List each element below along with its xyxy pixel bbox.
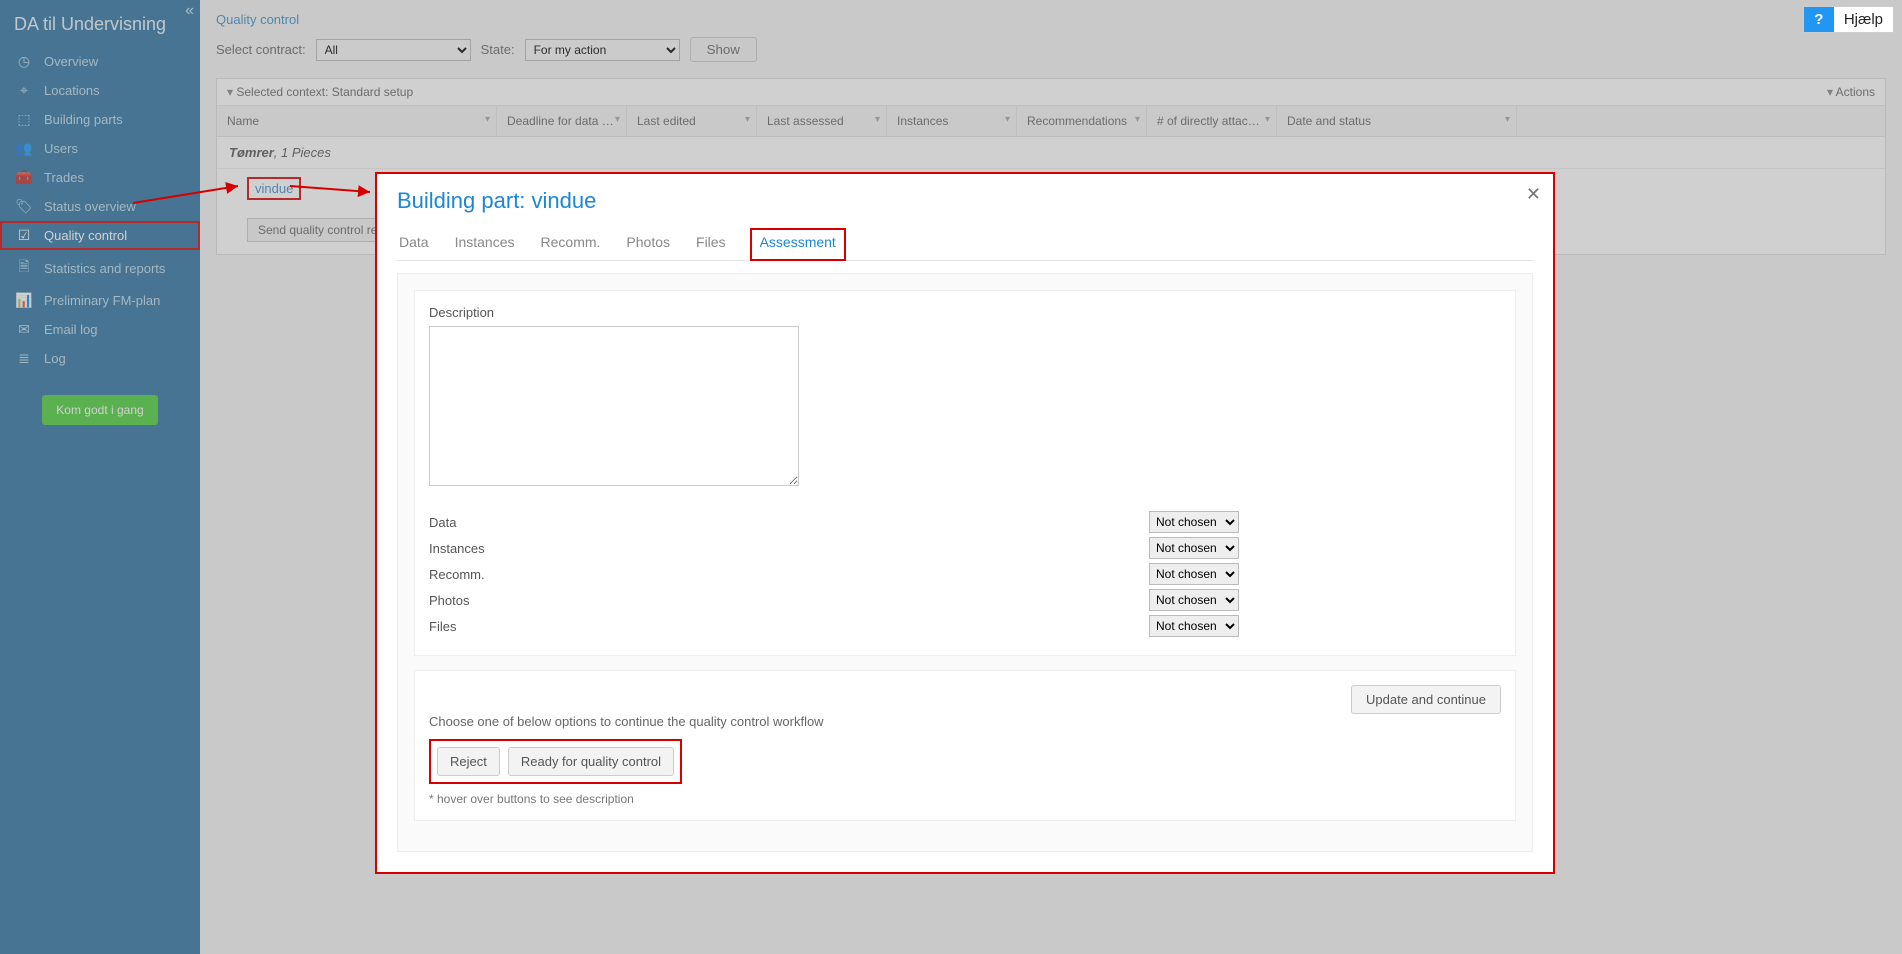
description-textarea[interactable] xyxy=(429,326,799,486)
ready-button[interactable]: Ready for quality control xyxy=(508,747,674,776)
assessment-panel: Description Data Not chosen Instances No… xyxy=(414,290,1516,656)
workflow-instruction: Choose one of below options to continue … xyxy=(429,714,1501,729)
assess-select-photos[interactable]: Not chosen xyxy=(1149,589,1239,611)
assess-label: Photos xyxy=(429,593,1149,608)
workflow-hint: * hover over buttons to see description xyxy=(429,792,1501,806)
modal-body: Description Data Not chosen Instances No… xyxy=(397,273,1533,852)
assess-label: Recomm. xyxy=(429,567,1149,582)
description-label: Description xyxy=(429,305,1501,320)
workflow-panel: Update and continue Choose one of below … xyxy=(414,670,1516,821)
tab-instances[interactable]: Instances xyxy=(453,228,517,260)
assess-select-files[interactable]: Not chosen xyxy=(1149,615,1239,637)
workflow-buttons: Reject Ready for quality control xyxy=(429,739,682,784)
close-icon[interactable]: ✕ xyxy=(1526,184,1541,205)
assess-select-recomm[interactable]: Not chosen xyxy=(1149,563,1239,585)
reject-button[interactable]: Reject xyxy=(437,747,500,776)
assess-row-recomm: Recomm. Not chosen xyxy=(429,563,1501,585)
tab-data[interactable]: Data xyxy=(397,228,431,260)
assess-row-instances: Instances Not chosen xyxy=(429,537,1501,559)
help-icon: ? xyxy=(1804,7,1834,32)
modal-title: Building part: vindue xyxy=(397,188,1533,214)
building-part-modal: ✕ Building part: vindue Data Instances R… xyxy=(375,172,1555,874)
help-label: Hjælp xyxy=(1834,7,1893,32)
assess-label: Instances xyxy=(429,541,1149,556)
assess-label: Data xyxy=(429,515,1149,530)
assess-select-data[interactable]: Not chosen xyxy=(1149,511,1239,533)
assess-row-files: Files Not chosen xyxy=(429,615,1501,637)
assess-select-instances[interactable]: Not chosen xyxy=(1149,537,1239,559)
modal-tabs: Data Instances Recomm. Photos Files Asse… xyxy=(397,228,1533,261)
tab-photos[interactable]: Photos xyxy=(624,228,672,260)
tab-recomm[interactable]: Recomm. xyxy=(539,228,603,260)
assess-row-data: Data Not chosen xyxy=(429,511,1501,533)
assess-label: Files xyxy=(429,619,1149,634)
assess-row-photos: Photos Not chosen xyxy=(429,589,1501,611)
help-widget[interactable]: ? Hjælp xyxy=(1803,6,1894,33)
update-continue-button[interactable]: Update and continue xyxy=(1351,685,1501,714)
tab-assessment[interactable]: Assessment xyxy=(750,228,846,261)
tab-files[interactable]: Files xyxy=(694,228,728,260)
